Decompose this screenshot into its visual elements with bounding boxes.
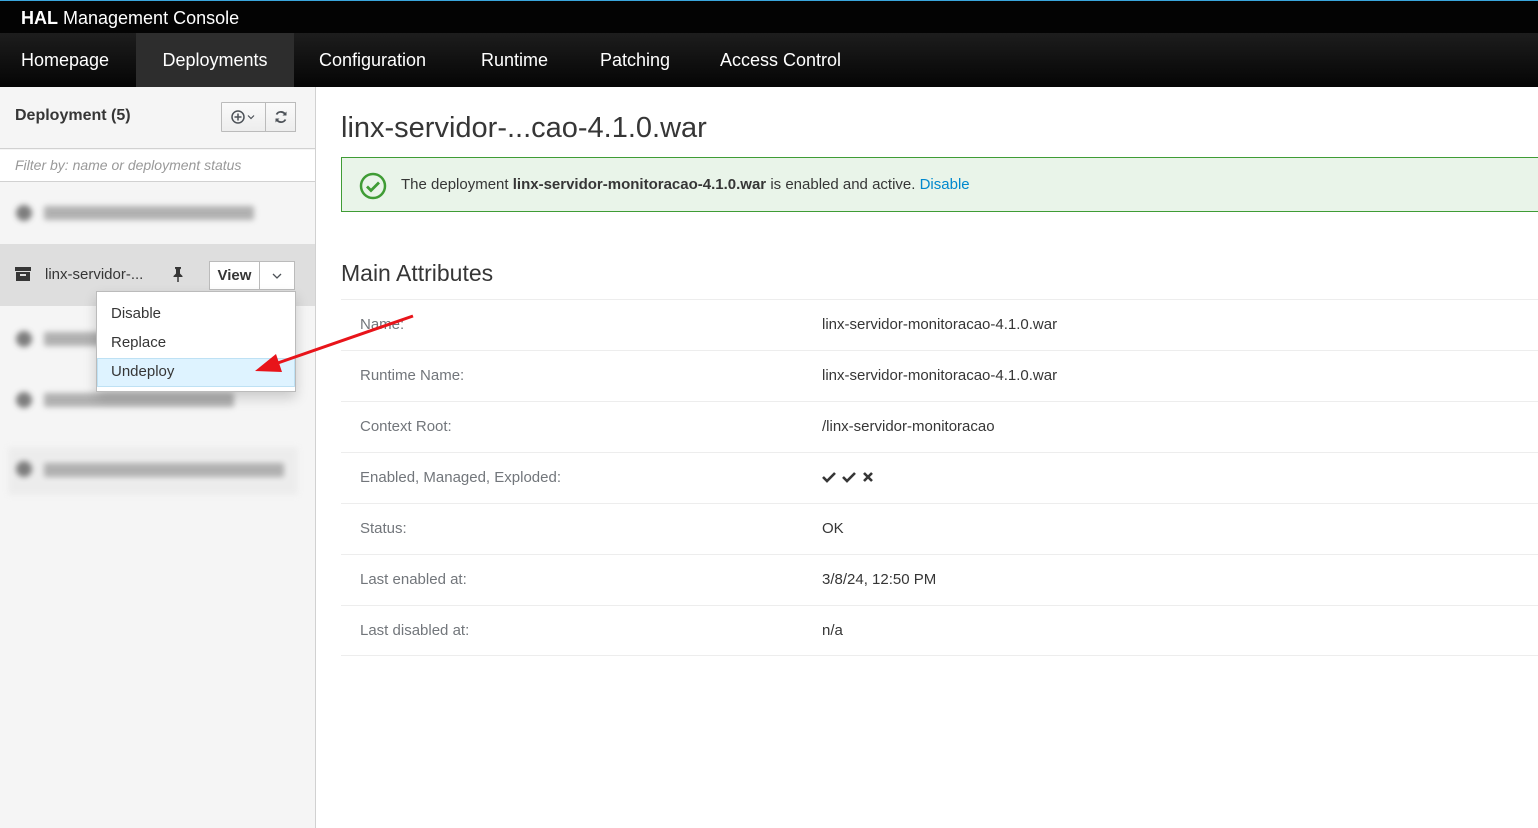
- attr-label: Enabled, Managed, Exploded:: [360, 469, 561, 486]
- table-row: Last enabled at: 3/8/24, 12:50 PM: [341, 554, 1538, 605]
- sidebar-header: Deployment (5): [0, 87, 315, 149]
- attr-value: OK: [822, 520, 844, 537]
- page-title: linx-servidor-...cao-4.1.0.war: [341, 112, 707, 144]
- refresh-button[interactable]: [266, 102, 296, 132]
- chevron-down-icon: [272, 273, 282, 279]
- sidebar-title: Deployment (5): [15, 107, 131, 124]
- refresh-icon: [275, 111, 286, 123]
- table-row: Name: linx-servidor-monitoracao-4.1.0.wa…: [341, 299, 1538, 350]
- nav-configuration[interactable]: Configuration: [298, 33, 447, 87]
- check-icon: [822, 472, 836, 483]
- deployment-sidebar: Deployment (5) Filter by: name or deploy…: [0, 87, 316, 828]
- cross-icon: [863, 472, 873, 482]
- list-item-obscured[interactable]: [8, 198, 298, 228]
- alert-message: The deployment linx-servidor-monitoracao…: [401, 176, 970, 193]
- attributes-table: Name: linx-servidor-monitoracao-4.1.0.wa…: [341, 299, 1538, 656]
- nav-runtime[interactable]: Runtime: [460, 33, 569, 87]
- nav-deployments[interactable]: Deployments: [136, 33, 294, 87]
- section-title: Main Attributes: [341, 260, 494, 286]
- pin-icon[interactable]: [171, 266, 185, 282]
- filter-input[interactable]: [15, 157, 305, 173]
- attr-label: Last disabled at:: [360, 622, 470, 639]
- brand-title[interactable]: HAL Management Console: [21, 8, 239, 29]
- attr-label: Last enabled at:: [360, 571, 467, 588]
- check-circle-icon: [359, 172, 387, 200]
- add-deployment-button[interactable]: [221, 102, 266, 132]
- top-bar: HAL Management Console: [0, 0, 1538, 33]
- nav-patching[interactable]: Patching: [579, 33, 691, 87]
- status-alert: The deployment linx-servidor-monitoracao…: [341, 157, 1538, 212]
- check-icon: [842, 472, 856, 483]
- nav-homepage[interactable]: Homepage: [0, 33, 130, 87]
- disable-link[interactable]: Disable: [920, 176, 970, 193]
- table-row: Runtime Name: linx-servidor-monitoracao-…: [341, 350, 1538, 401]
- table-row: Last disabled at: n/a: [341, 605, 1538, 656]
- annotation-arrow-icon: [255, 314, 414, 372]
- list-item-obscured[interactable]: [8, 447, 298, 495]
- attr-value: linx-servidor-monitoracao-4.1.0.war: [822, 367, 1058, 384]
- add-circle-icon: [230, 110, 254, 124]
- actions-dropdown-toggle[interactable]: [260, 261, 295, 290]
- nav-access-control[interactable]: Access Control: [699, 33, 862, 87]
- deployment-name: linx-servidor-...: [45, 266, 144, 283]
- context-root-link[interactable]: /linx-servidor-monitoracao: [822, 418, 995, 435]
- attr-value: n/a: [822, 622, 843, 639]
- attr-value: 3/8/24, 12:50 PM: [822, 571, 937, 588]
- sidebar-actions: [221, 102, 296, 132]
- archive-icon: [15, 267, 31, 281]
- attr-label: Status:: [360, 520, 407, 537]
- attr-label: Context Root:: [360, 418, 452, 435]
- table-row: Enabled, Managed, Exploded:: [341, 452, 1538, 503]
- flags-indicators: [822, 471, 874, 483]
- attr-value: linx-servidor-monitoracao-4.1.0.war: [822, 316, 1058, 333]
- main-nav: Homepage Deployments Configuration Runti…: [0, 33, 1538, 87]
- filter-bar: [0, 150, 315, 182]
- view-button[interactable]: View: [209, 261, 260, 290]
- table-row: Context Root: /linx-servidor-monitoracao: [341, 401, 1538, 452]
- table-row: Status: OK: [341, 503, 1538, 554]
